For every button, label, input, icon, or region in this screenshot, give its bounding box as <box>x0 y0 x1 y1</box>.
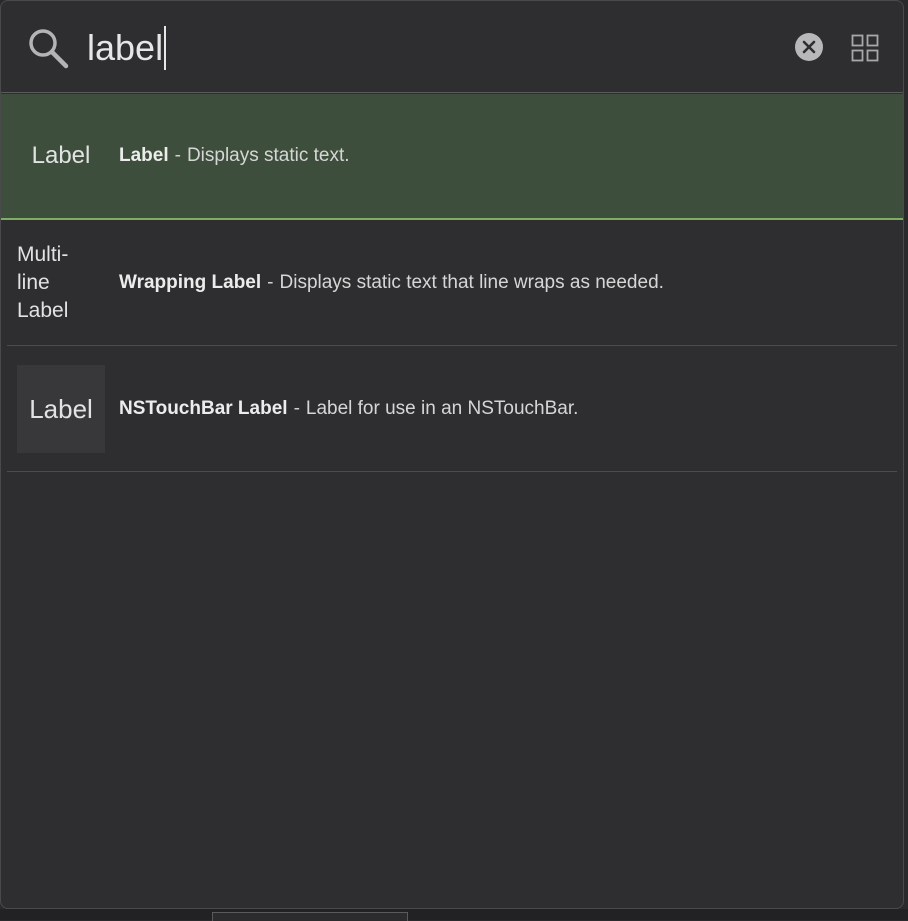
result-row-nstouchbar-label[interactable]: Label NSTouchBar Label - Label for use i… <box>1 346 903 472</box>
preview-line: Multi- <box>17 243 69 266</box>
result-preview: Label <box>17 365 105 453</box>
window-bottom-edge <box>0 909 908 921</box>
result-separator: - <box>293 398 300 419</box>
row-divider <box>7 471 897 472</box>
search-bar: label <box>1 1 903 93</box>
result-description: Displays static text that line wraps as … <box>279 272 664 293</box>
result-title: Wrapping Label <box>119 272 262 293</box>
result-text: NSTouchBar Label - Label for use in an N… <box>119 346 578 472</box>
result-title: Label <box>119 145 169 166</box>
search-icon <box>29 29 69 69</box>
clear-search-button[interactable] <box>795 33 823 61</box>
result-row-label[interactable]: Label Label - Displays static text. <box>1 94 903 220</box>
result-title: NSTouchBar Label <box>119 398 288 419</box>
result-separator: - <box>267 272 274 293</box>
grid-view-icon[interactable] <box>851 34 879 62</box>
result-description: Displays static text. <box>186 145 350 166</box>
object-library-panel: label Label Label - Displays static text… <box>0 0 904 909</box>
result-preview: Multi- line Label <box>17 220 105 346</box>
result-preview: Label <box>31 142 91 169</box>
preview-line: line <box>17 271 50 294</box>
text-caret <box>164 26 167 70</box>
search-input-value: label <box>87 27 164 68</box>
result-separator: - <box>174 145 181 166</box>
preview-line: Label <box>17 299 69 322</box>
result-text: Label - Displays static text. <box>119 94 350 218</box>
result-text: Wrapping Label - Displays static text th… <box>119 220 664 346</box>
search-input[interactable]: label <box>87 23 767 73</box>
close-icon <box>802 40 816 54</box>
result-description: Label for use in an NSTouchBar. <box>305 398 579 419</box>
result-row-wrapping-label[interactable]: Multi- line Label Wrapping Label - Displ… <box>1 220 903 346</box>
